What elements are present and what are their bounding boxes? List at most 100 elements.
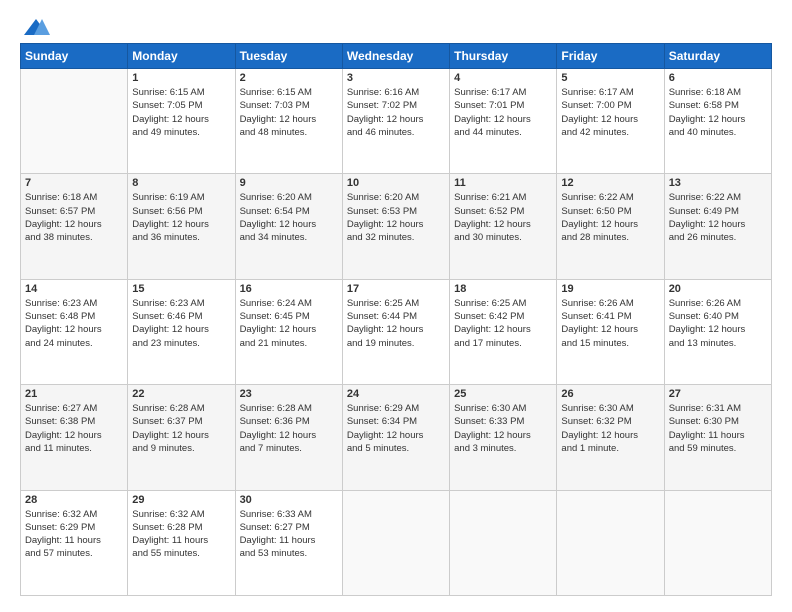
day-number: 21 [25, 388, 123, 400]
week-row-1: 1 Sunrise: 6:15 AM Sunset: 7:05 PM Daylig… [21, 69, 772, 174]
calendar-cell: 9Sunrise: 6:20 AM Sunset: 6:54 PM Daylig… [235, 174, 342, 279]
day-number: 14 [25, 283, 123, 295]
day-info: Sunrise: 6:26 AM Sunset: 6:40 PM Dayligh… [669, 297, 767, 350]
day-info: Sunrise: 6:32 AM Sunset: 6:29 PM Dayligh… [25, 508, 123, 561]
day-info: Sunrise: 6:32 AM Sunset: 6:28 PM Dayligh… [132, 508, 230, 561]
calendar-cell: 25 Sunrise: 6:30 AM Sunset: 6:33 PM Dayli… [450, 385, 557, 490]
calendar-cell: 1 Sunrise: 6:15 AM Sunset: 7:05 PM Daylig… [128, 69, 235, 174]
day-number: 10 [347, 177, 445, 189]
day-number: 15 [132, 283, 230, 295]
day-number: 17 [347, 283, 445, 295]
calendar-cell: 7Sunrise: 6:18 AM Sunset: 6:57 PM Daylig… [21, 174, 128, 279]
week-row-3: 14 Sunrise: 6:23 AM Sunset: 6:48 PM Dayli… [21, 279, 772, 384]
day-number: 30 [240, 494, 338, 506]
day-info: Sunrise: 6:15 AM Sunset: 7:05 PM Dayligh… [132, 86, 230, 139]
weekday-header-friday: Friday [557, 44, 664, 69]
day-info: Sunrise: 6:25 AM Sunset: 6:44 PM Dayligh… [347, 297, 445, 350]
calendar-cell: 23 Sunrise: 6:28 AM Sunset: 6:36 PM Dayli… [235, 385, 342, 490]
day-number: 23 [240, 388, 338, 400]
day-number: 27 [669, 388, 767, 400]
day-number: 22 [132, 388, 230, 400]
calendar-cell: 28 Sunrise: 6:32 AM Sunset: 6:29 PM Dayli… [21, 490, 128, 595]
weekday-header-wednesday: Wednesday [342, 44, 449, 69]
calendar-cell [342, 490, 449, 595]
week-row-4: 21Sunrise: 6:27 AM Sunset: 6:38 PM Dayli… [21, 385, 772, 490]
day-number: 19 [561, 283, 659, 295]
day-info: Sunrise: 6:15 AM Sunset: 7:03 PM Dayligh… [240, 86, 338, 139]
day-number: 7 [25, 177, 123, 189]
header [20, 16, 772, 33]
calendar-cell: 30 Sunrise: 6:33 AM Sunset: 6:27 PM Dayli… [235, 490, 342, 595]
weekday-header-thursday: Thursday [450, 44, 557, 69]
day-info: Sunrise: 6:26 AM Sunset: 6:41 PM Dayligh… [561, 297, 659, 350]
weekday-header-monday: Monday [128, 44, 235, 69]
calendar-cell: 8 Sunrise: 6:19 AM Sunset: 6:56 PM Daylig… [128, 174, 235, 279]
calendar-cell: 14 Sunrise: 6:23 AM Sunset: 6:48 PM Dayli… [21, 279, 128, 384]
day-info: Sunrise: 6:31 AM Sunset: 6:30 PM Dayligh… [669, 402, 767, 455]
calendar-cell [450, 490, 557, 595]
day-info: Sunrise: 6:23 AM Sunset: 6:48 PM Dayligh… [25, 297, 123, 350]
day-number: 6 [669, 72, 767, 84]
day-info: Sunrise: 6:21 AM Sunset: 6:52 PM Dayligh… [454, 191, 552, 244]
calendar-cell: 20 Sunrise: 6:26 AM Sunset: 6:40 PM Dayli… [664, 279, 771, 384]
day-number: 28 [25, 494, 123, 506]
weekday-header-row: SundayMondayTuesdayWednesdayThursdayFrid… [21, 44, 772, 69]
calendar-cell [557, 490, 664, 595]
calendar-cell [664, 490, 771, 595]
week-row-2: 7Sunrise: 6:18 AM Sunset: 6:57 PM Daylig… [21, 174, 772, 279]
calendar-cell: 6 Sunrise: 6:18 AM Sunset: 6:58 PM Daylig… [664, 69, 771, 174]
day-number: 13 [669, 177, 767, 189]
day-info: Sunrise: 6:23 AM Sunset: 6:46 PM Dayligh… [132, 297, 230, 350]
day-number: 8 [132, 177, 230, 189]
day-number: 18 [454, 283, 552, 295]
calendar-cell: 2 Sunrise: 6:15 AM Sunset: 7:03 PM Daylig… [235, 69, 342, 174]
day-info: Sunrise: 6:17 AM Sunset: 7:01 PM Dayligh… [454, 86, 552, 139]
day-info: Sunrise: 6:22 AM Sunset: 6:49 PM Dayligh… [669, 191, 767, 244]
day-info: Sunrise: 6:19 AM Sunset: 6:56 PM Dayligh… [132, 191, 230, 244]
day-number: 16 [240, 283, 338, 295]
calendar-cell: 4 Sunrise: 6:17 AM Sunset: 7:01 PM Daylig… [450, 69, 557, 174]
day-info: Sunrise: 6:28 AM Sunset: 6:37 PM Dayligh… [132, 402, 230, 455]
calendar-cell: 5 Sunrise: 6:17 AM Sunset: 7:00 PM Daylig… [557, 69, 664, 174]
calendar-cell: 13 Sunrise: 6:22 AM Sunset: 6:49 PM Dayli… [664, 174, 771, 279]
day-info: Sunrise: 6:30 AM Sunset: 6:33 PM Dayligh… [454, 402, 552, 455]
day-number: 29 [132, 494, 230, 506]
day-info: Sunrise: 6:30 AM Sunset: 6:32 PM Dayligh… [561, 402, 659, 455]
day-info: Sunrise: 6:22 AM Sunset: 6:50 PM Dayligh… [561, 191, 659, 244]
day-info: Sunrise: 6:17 AM Sunset: 7:00 PM Dayligh… [561, 86, 659, 139]
day-number: 1 [132, 72, 230, 84]
day-number: 9 [240, 177, 338, 189]
day-info: Sunrise: 6:20 AM Sunset: 6:53 PM Dayligh… [347, 191, 445, 244]
calendar-table: SundayMondayTuesdayWednesdayThursdayFrid… [20, 43, 772, 596]
calendar-cell: 11Sunrise: 6:21 AM Sunset: 6:52 PM Dayli… [450, 174, 557, 279]
day-number: 4 [454, 72, 552, 84]
logo [20, 16, 50, 33]
day-info: Sunrise: 6:16 AM Sunset: 7:02 PM Dayligh… [347, 86, 445, 139]
day-info: Sunrise: 6:33 AM Sunset: 6:27 PM Dayligh… [240, 508, 338, 561]
calendar-cell [21, 69, 128, 174]
day-info: Sunrise: 6:28 AM Sunset: 6:36 PM Dayligh… [240, 402, 338, 455]
weekday-header-tuesday: Tuesday [235, 44, 342, 69]
day-info: Sunrise: 6:24 AM Sunset: 6:45 PM Dayligh… [240, 297, 338, 350]
calendar-cell: 10 Sunrise: 6:20 AM Sunset: 6:53 PM Dayli… [342, 174, 449, 279]
day-number: 25 [454, 388, 552, 400]
day-number: 24 [347, 388, 445, 400]
page: SundayMondayTuesdayWednesdayThursdayFrid… [0, 0, 792, 612]
day-number: 5 [561, 72, 659, 84]
calendar-cell: 21Sunrise: 6:27 AM Sunset: 6:38 PM Dayli… [21, 385, 128, 490]
calendar-cell: 26 Sunrise: 6:30 AM Sunset: 6:32 PM Dayli… [557, 385, 664, 490]
day-number: 2 [240, 72, 338, 84]
calendar-cell: 29 Sunrise: 6:32 AM Sunset: 6:28 PM Dayli… [128, 490, 235, 595]
day-info: Sunrise: 6:25 AM Sunset: 6:42 PM Dayligh… [454, 297, 552, 350]
day-number: 12 [561, 177, 659, 189]
calendar-cell: 18 Sunrise: 6:25 AM Sunset: 6:42 PM Dayli… [450, 279, 557, 384]
day-number: 26 [561, 388, 659, 400]
day-number: 3 [347, 72, 445, 84]
calendar-cell: 3 Sunrise: 6:16 AM Sunset: 7:02 PM Daylig… [342, 69, 449, 174]
day-number: 20 [669, 283, 767, 295]
day-info: Sunrise: 6:18 AM Sunset: 6:58 PM Dayligh… [669, 86, 767, 139]
calendar-cell: 24Sunrise: 6:29 AM Sunset: 6:34 PM Dayli… [342, 385, 449, 490]
calendar-cell: 19 Sunrise: 6:26 AM Sunset: 6:41 PM Dayli… [557, 279, 664, 384]
calendar-cell: 27 Sunrise: 6:31 AM Sunset: 6:30 PM Dayli… [664, 385, 771, 490]
week-row-5: 28 Sunrise: 6:32 AM Sunset: 6:29 PM Dayli… [21, 490, 772, 595]
